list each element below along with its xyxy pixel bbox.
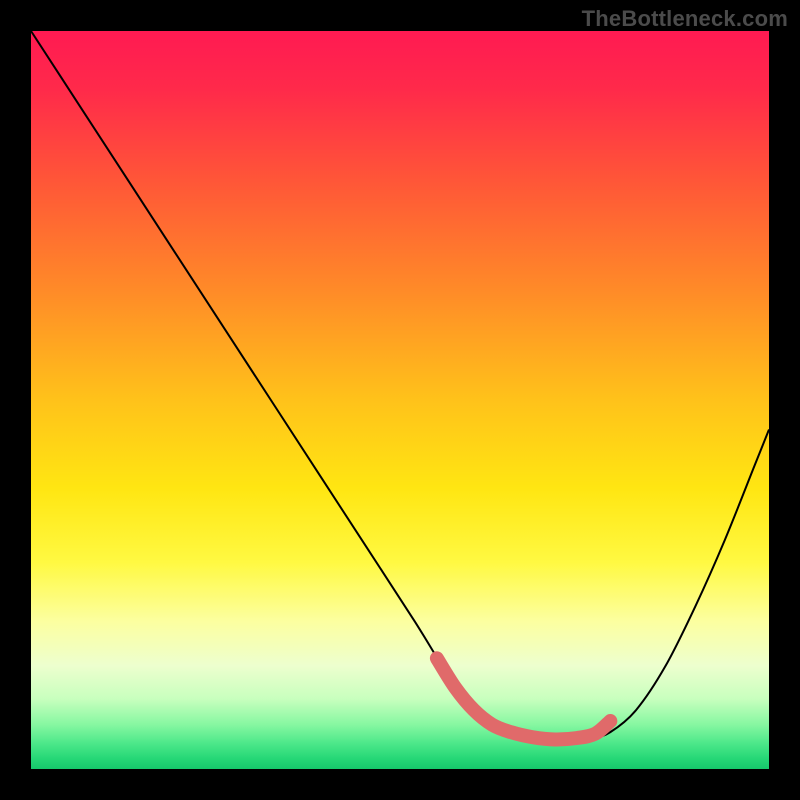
gradient-background [31,31,769,769]
bottleneck-chart [0,0,800,800]
watermark-text: TheBottleneck.com [582,6,788,32]
chart-frame: TheBottleneck.com [0,0,800,800]
